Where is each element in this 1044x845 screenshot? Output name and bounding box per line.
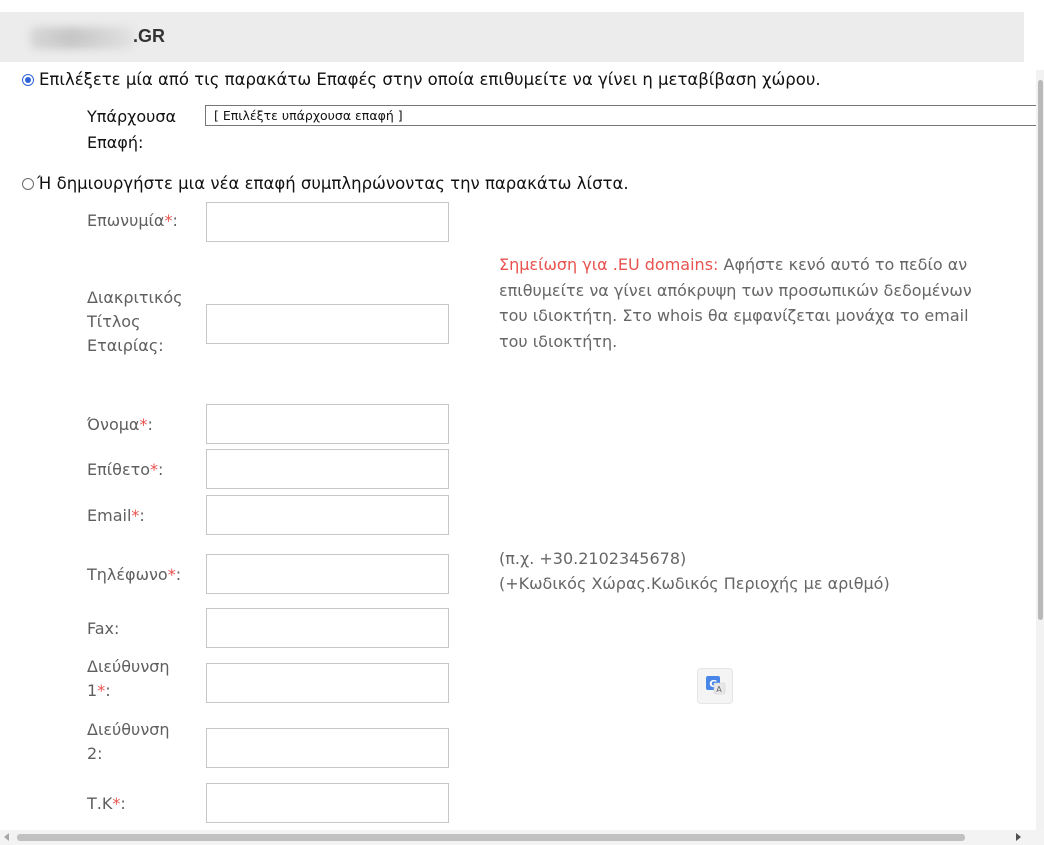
field-label-first-name: Όνομα*: bbox=[87, 415, 153, 434]
horizontal-scrollbar-thumb[interactable] bbox=[17, 834, 965, 841]
existing-contact-select[interactable]: [ Επιλέξτε υπάρχουσα επαφή ] bbox=[205, 105, 1044, 126]
field-label-phone: Τηλέφωνο*: bbox=[87, 565, 182, 584]
google-translate-icon[interactable]: G A bbox=[697, 668, 733, 704]
field-label-address-1: Διεύθυνση 1*: bbox=[87, 657, 170, 700]
field-label-email: Email*: bbox=[87, 506, 145, 525]
first-name-input[interactable] bbox=[206, 404, 449, 444]
last-name-input[interactable] bbox=[206, 449, 449, 489]
field-label-fax: Fax: bbox=[87, 619, 120, 638]
existing-contact-label: Υπάρχουσα Επαφή: bbox=[87, 107, 177, 152]
option-existing-label: Επιλέξετε μία από τις παρακάτω Επαφές στ… bbox=[39, 70, 821, 89]
phone-format: (+Κωδικός Χώρας.Κωδικός Περιοχής με αριθ… bbox=[499, 574, 890, 593]
field-label-trade-name: Διακριτικός Τίτλος Εταιρίας: bbox=[87, 288, 183, 355]
eu-domains-note: Σημείωση για .EU domains: Αφήστε κενό αυ… bbox=[499, 252, 979, 354]
radio-existing-contact[interactable] bbox=[22, 74, 34, 86]
field-label-address-2: Διεύθυνση 2: bbox=[87, 720, 170, 763]
domain-suffix: .GR bbox=[133, 26, 166, 46]
postal-code-input[interactable] bbox=[206, 783, 449, 823]
trade-name-input[interactable] bbox=[206, 304, 449, 344]
field-label-last-name: Επίθετο*: bbox=[87, 460, 164, 479]
company-name-input[interactable] bbox=[206, 202, 449, 242]
option-new-label: Ή δημιουργήστε μια νέα επαφή συμπληρώνον… bbox=[37, 174, 629, 193]
note-highlight: Σημείωση για .EU domains: bbox=[499, 255, 719, 274]
radio-new-contact[interactable] bbox=[22, 178, 34, 190]
address-2-input[interactable] bbox=[206, 728, 449, 768]
svg-text:A: A bbox=[716, 685, 722, 694]
phone-format-hint: (π.χ. +30.2102345678) (+Κωδικός Χώρας.Κω… bbox=[499, 546, 890, 596]
blurred-domain-name bbox=[30, 27, 134, 49]
scroll-left-arrow-icon[interactable] bbox=[4, 833, 9, 841]
phone-example: (π.χ. +30.2102345678) bbox=[499, 549, 687, 568]
phone-input[interactable] bbox=[206, 554, 449, 594]
email-input[interactable] bbox=[206, 495, 449, 535]
fax-input[interactable] bbox=[206, 608, 449, 648]
field-label-postal-code: Τ.Κ*: bbox=[87, 794, 126, 813]
field-label-company-name: Επωνυμία*: bbox=[87, 211, 178, 230]
address-1-input[interactable] bbox=[206, 663, 449, 703]
scroll-right-arrow-icon[interactable] bbox=[1016, 833, 1021, 841]
vertical-scrollbar-thumb[interactable] bbox=[1038, 80, 1043, 620]
